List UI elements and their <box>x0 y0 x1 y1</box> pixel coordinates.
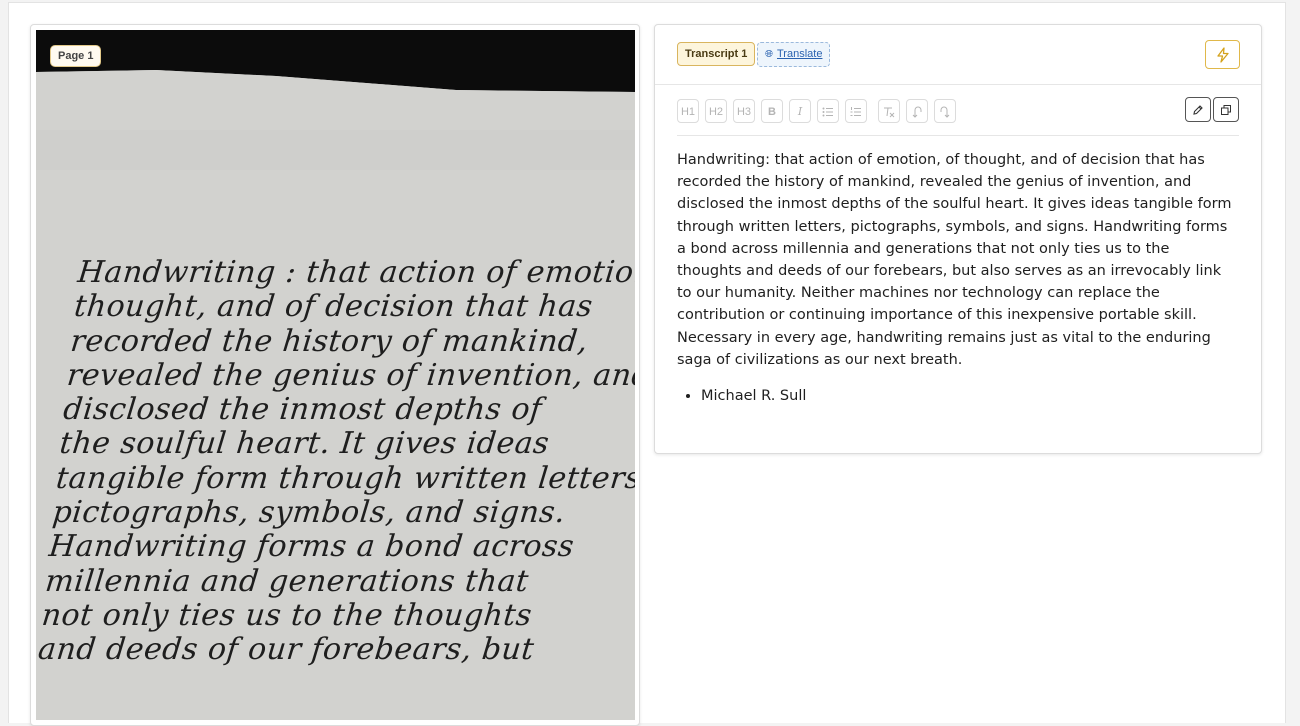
ordered-list-icon <box>850 107 861 117</box>
translate-button[interactable]: 🌐︎ Translate <box>757 42 831 67</box>
handwriting-line: the soulful heart. It gives ideas <box>58 426 551 462</box>
handwriting-text: Handwriting : that action of emotion, of… <box>36 255 635 668</box>
handwriting-line: pictographs, symbols, and signs. <box>50 495 568 531</box>
handwriting-line: not only ties us to the thoughts <box>40 597 534 633</box>
translate-label: Translate <box>777 48 823 60</box>
handwriting-line: revealed the genius of invention, and <box>65 357 635 393</box>
redo-icon <box>940 106 950 118</box>
bold-button[interactable]: B <box>761 99 783 123</box>
transcript-content[interactable]: Handwriting: that action of emotion, of … <box>677 149 1237 407</box>
ordered-list-button[interactable] <box>845 99 867 123</box>
edit-button[interactable] <box>1185 97 1211 122</box>
handwriting-line: Handwriting forms a bond across <box>47 529 576 565</box>
handwriting-line: Handwriting : that action of emotion, of <box>76 255 635 290</box>
auto-transcribe-button[interactable] <box>1205 40 1240 69</box>
italic-label: I <box>797 105 803 118</box>
transcript-card: Transcript 1 🌐︎ Translate H1 H2 H3 B I H… <box>654 24 1262 454</box>
handwriting-line: and deeds of our forebears, but <box>36 632 536 668</box>
redo-button[interactable] <box>934 99 956 123</box>
undo-icon <box>912 106 922 118</box>
pencil-icon <box>1193 104 1203 115</box>
page-badge: Page 1 <box>50 45 102 67</box>
handwriting-line: millennia and generations that <box>43 563 531 599</box>
bullet-list-button[interactable] <box>817 99 839 123</box>
page-image-card: Handwriting : that action of emotion, of… <box>30 24 640 726</box>
bullet-list-icon <box>822 107 833 117</box>
italic-button[interactable]: I <box>789 99 811 123</box>
transcript-tab[interactable]: Transcript 1 <box>677 42 756 66</box>
transcript-header: Transcript 1 🌐︎ Translate <box>655 25 1261 85</box>
globe-icon: 🌐︎ <box>765 49 773 60</box>
clear-format-button[interactable] <box>878 99 900 123</box>
heading-1-button[interactable]: H1 <box>677 99 699 123</box>
transcript-bullet-list: Michael R. Sull <box>677 385 1237 407</box>
transcript-paragraph: Handwriting: that action of emotion, of … <box>677 152 1232 368</box>
handwriting-line: disclosed the inmost depths of <box>61 392 544 428</box>
editor-toolbar: H1 H2 H3 B I <box>677 97 1239 136</box>
copy-icon <box>1221 104 1231 115</box>
h3-label: H3 <box>736 106 752 118</box>
undo-button[interactable] <box>906 99 928 123</box>
handwriting-page-image[interactable]: Handwriting : that action of emotion, of… <box>36 30 635 720</box>
h1-label: H1 <box>680 106 696 118</box>
handwriting-line: recorded the history of mankind, <box>68 323 590 359</box>
lightning-icon <box>1216 46 1229 63</box>
handwriting-line: tangible form through written letters, <box>54 460 635 496</box>
heading-3-button[interactable]: H3 <box>733 99 755 123</box>
handwriting-line: thought, and of decision that has <box>72 289 595 325</box>
copy-button[interactable] <box>1213 97 1239 122</box>
list-item: Michael R. Sull <box>701 385 1237 407</box>
bold-label: B <box>768 106 776 118</box>
clear-format-icon <box>884 107 895 117</box>
heading-2-button[interactable]: H2 <box>705 99 727 123</box>
h2-label: H2 <box>708 106 724 118</box>
